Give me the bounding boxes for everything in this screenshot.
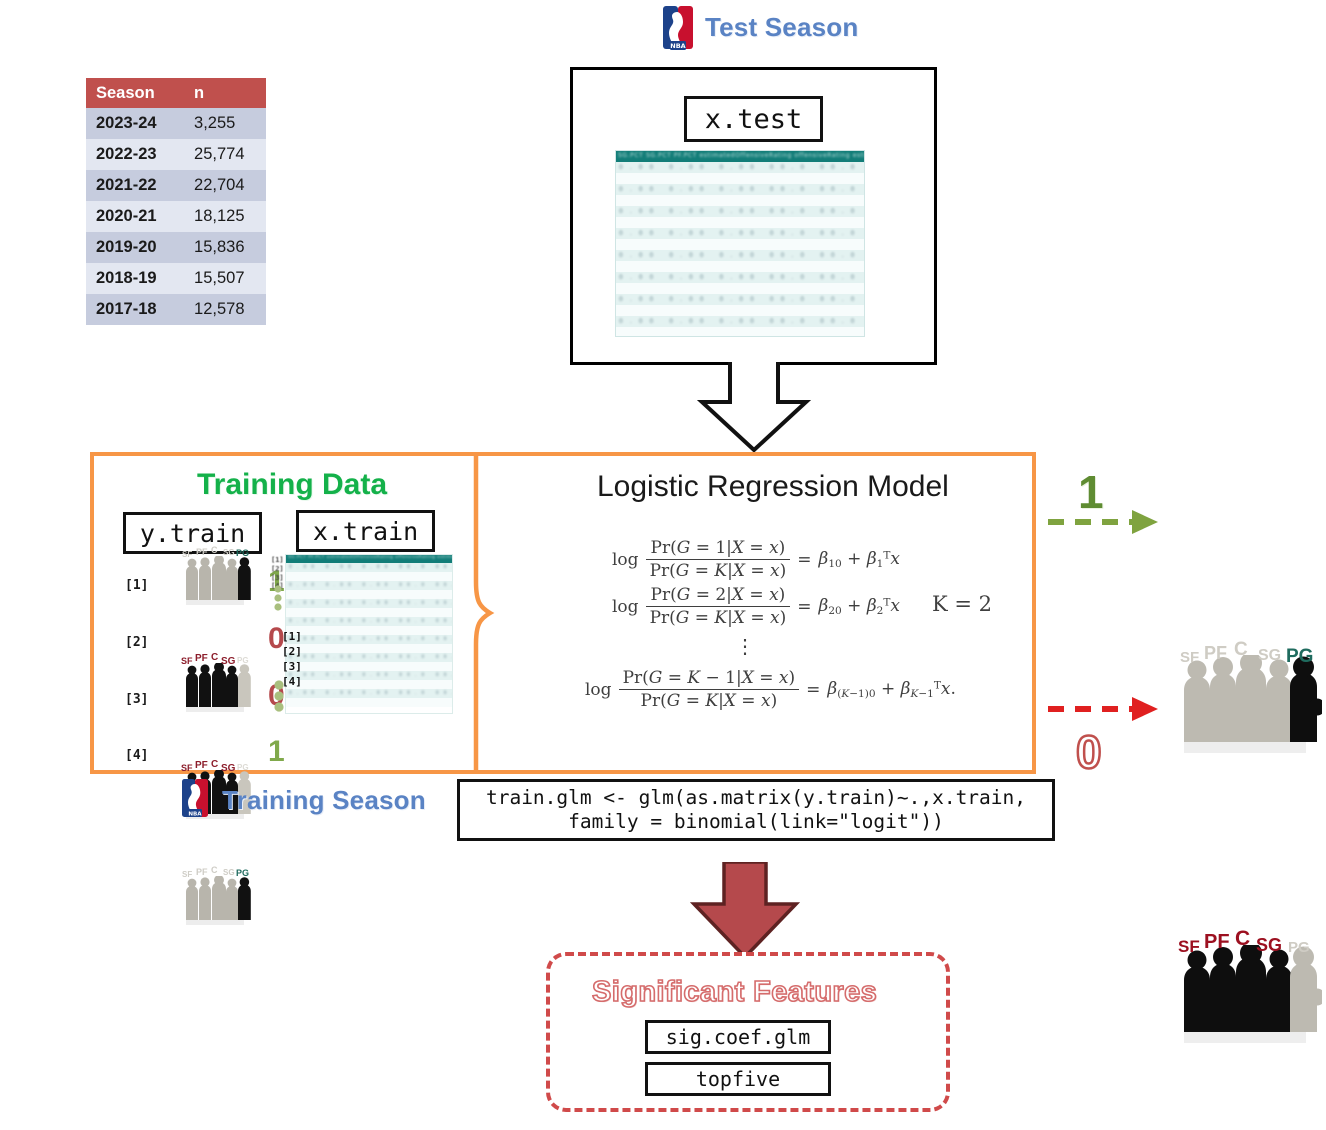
svg-text:NBA: NBA: [188, 811, 202, 817]
position-label-pf: PF: [196, 867, 208, 877]
glm-code-line-1: train.glm <- glm(as.matrix(y.train)~.,x.…: [485, 785, 1027, 809]
position-label-sf: SF: [182, 870, 193, 879]
nba-logo-icon: NBA: [655, 5, 701, 55]
cell-season: 2018-19: [86, 262, 181, 294]
training-season-label: Training Season: [222, 785, 426, 815]
position-label-sg: SG: [223, 548, 235, 557]
position-label-sg: SG: [1258, 647, 1282, 664]
position-label-c: C: [211, 759, 219, 770]
cell-n: 22,704: [180, 170, 266, 202]
table-row: 2019-20 15,836: [86, 232, 266, 263]
x-train-row-dots-top: [272, 585, 284, 616]
position-label-c: C: [1234, 639, 1248, 660]
svg-text:NBA: NBA: [670, 42, 685, 50]
cell-n: 15,507: [180, 262, 266, 294]
position-label-pf: PF: [1204, 931, 1230, 953]
significant-features-title: Significant Features: [591, 975, 878, 1009]
cell-season: 2017-18: [86, 293, 181, 325]
column-header-n: n: [180, 78, 266, 109]
table-row: 2020-21 18,125: [86, 201, 266, 233]
position-label-pg: PG: [237, 763, 249, 772]
position-label-pf: PF: [195, 653, 208, 664]
model-to-features-arrow-icon: [682, 860, 808, 960]
position-label-sg: SG: [1256, 935, 1283, 955]
position-label-c: C: [211, 652, 219, 663]
nba-logo-icon: NBA: [176, 778, 216, 822]
position-label-sf: SF: [182, 550, 193, 559]
position-label-pf: PF: [196, 547, 208, 557]
glm-code-line-2: family = binomial(link="logit")): [568, 810, 944, 833]
cell-n: 25,774: [180, 139, 266, 171]
column-header-season: Season: [86, 78, 181, 109]
predicted-group-pg-icon: SF PF C SG PG: [1174, 639, 1326, 755]
topfive-box: topfive: [645, 1062, 831, 1096]
player-group-icon: SF PF C SG PG: [180, 652, 252, 713]
position-label-sf: SF: [1178, 937, 1200, 956]
test-season-label: Test Season: [705, 12, 859, 42]
training-data-title: Training Data: [197, 468, 388, 501]
output-value-zero: 0: [1075, 725, 1103, 780]
position-label-pf: PF: [195, 760, 208, 771]
test-to-model-arrow-icon: [690, 362, 818, 453]
cell-season: 2021-22: [86, 170, 181, 202]
cell-season: 2019-20: [86, 232, 181, 263]
position-label-pg: PG: [1288, 939, 1310, 956]
position-label-sg: SG: [221, 656, 236, 667]
season-sample-size-table: Season n 2023-24 3,255 2022-23 25,774 20…: [86, 78, 266, 325]
y-train-row-index: [4]: [125, 748, 149, 763]
y-train-row-index: [1]: [125, 578, 149, 593]
position-label-c: C: [211, 545, 218, 555]
position-label-pf: PF: [1204, 643, 1228, 663]
cell-n: 3,255: [180, 108, 266, 140]
table-row: 2017-18 12,578: [86, 293, 266, 325]
position-label-sg: SG: [223, 868, 235, 877]
table-row: 2021-22 22,704: [86, 170, 266, 202]
position-label-sf: SF: [181, 763, 193, 773]
model-title: Logistic Regression Model: [597, 470, 949, 503]
position-label-sf: SF: [181, 656, 193, 666]
position-label-c: C: [211, 865, 218, 875]
cell-n: 12,578: [180, 293, 266, 325]
y-train-row-index: [3]: [125, 692, 149, 707]
table-row: 2022-23 25,774: [86, 139, 266, 171]
table-row: 2018-19 15,507: [86, 262, 266, 294]
position-label-pg: PG: [236, 548, 250, 558]
model-equation-2: log Pr(G = 2|X = x) Pr(G = K|X = x) = β2…: [612, 585, 900, 628]
table-header-row: Season n: [86, 78, 266, 109]
position-label-pg: PG: [1286, 646, 1314, 667]
glm-code-box: train.glm <- glm(as.matrix(y.train)~.,x.…: [457, 779, 1055, 841]
y-train-row-value: 1: [268, 735, 285, 768]
model-equation-k: log Pr(G = K − 1|X = x) Pr(G = K|X = x) …: [585, 668, 956, 711]
model-ellipsis: ⋮: [735, 634, 756, 658]
player-group-icon: SF PF C SG PG: [180, 545, 252, 606]
cell-season: 2020-21: [86, 201, 181, 233]
model-equation-1: log Pr(G = 1|X = x) Pr(G = K|X = x) = β1…: [612, 538, 900, 581]
player-group-icon: SF PF C SG PG: [180, 865, 252, 926]
cell-season: 2022-23: [86, 139, 181, 171]
position-label-sg: SG: [221, 763, 236, 774]
y-train-row-index: [2]: [125, 635, 149, 650]
cell-n: 18,125: [180, 201, 266, 233]
cell-season: 2023-24: [86, 108, 181, 140]
x-train-row-dots-bottom: [272, 680, 286, 717]
output-zero-arrow-icon: [1046, 692, 1166, 726]
x-test-label: x.test: [684, 96, 823, 142]
x-train-label: x.train: [296, 510, 435, 552]
position-label-pg: PG: [236, 868, 250, 878]
predicted-group-nonpg-icon: SF PF C SG PG: [1174, 927, 1326, 1045]
test-data-preview: SG.PCT SG.PCT PF.PCT estimatedOffensiveR…: [615, 150, 865, 337]
model-k-note: K = 2: [932, 592, 992, 616]
cell-n: 15,836: [180, 232, 266, 263]
position-label-c: C: [1235, 927, 1251, 950]
sig-coef-glm-box: sig.coef.glm: [645, 1020, 831, 1054]
output-one-arrow-icon: [1046, 505, 1166, 539]
position-label-pg: PG: [237, 656, 249, 665]
x-train-data-preview: SG.PCT PF.PCT estimatedOffensiveRating o…: [285, 554, 453, 714]
panel-divider-brace-icon: [468, 449, 514, 777]
table-row: 2023-24 3,255: [86, 108, 266, 140]
position-label-sf: SF: [1180, 649, 1200, 666]
